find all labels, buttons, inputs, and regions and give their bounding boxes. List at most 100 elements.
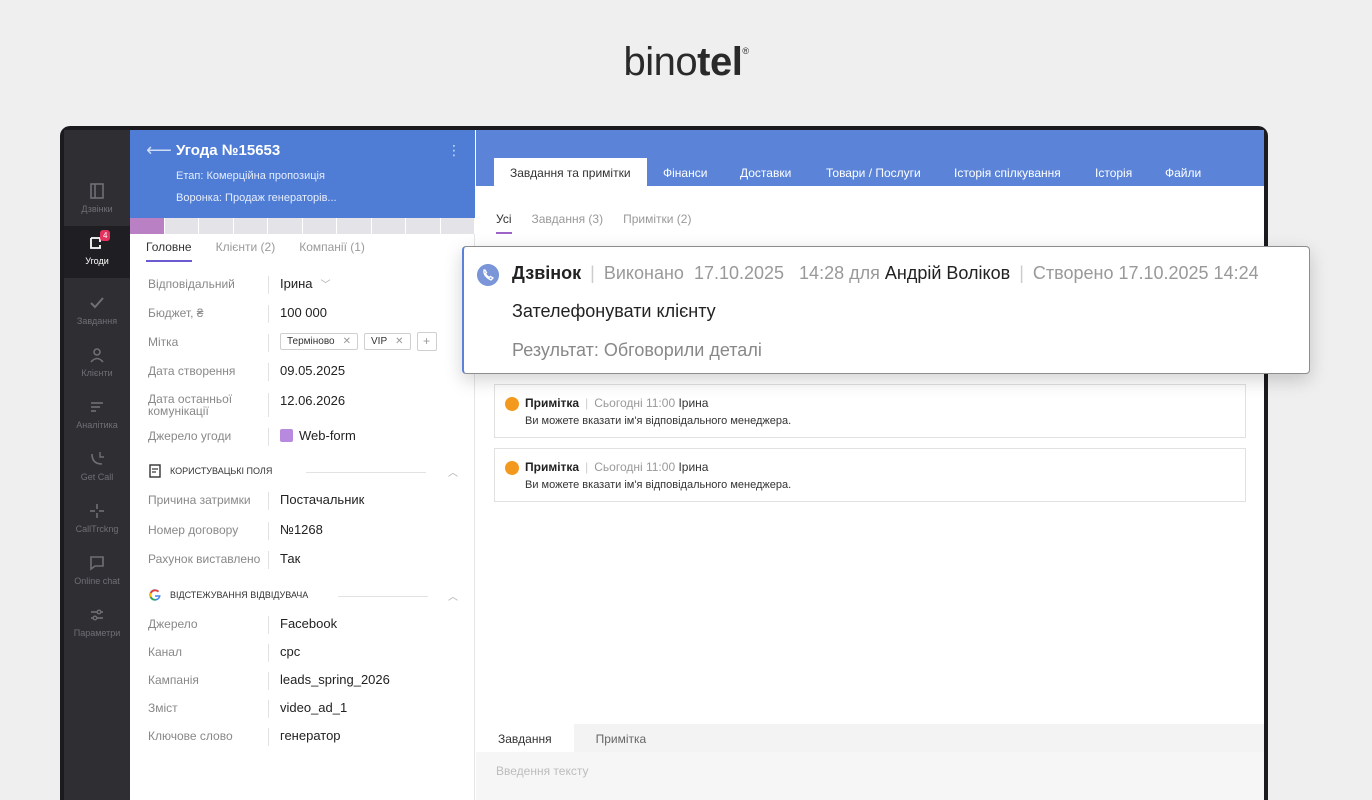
call-task-card[interactable]: Дзвінок | Виконано 17.10.2025 14:28 для Ан… [462,246,1310,374]
source-value[interactable]: Web-form [299,428,356,443]
person-icon [90,348,104,363]
sidebar-item-calls[interactable]: Дзвінки [64,174,130,226]
stage-segment[interactable] [302,218,337,234]
chat-icon [90,556,104,571]
activity-panel: Завдання та примітки Фінанси Доставки То… [476,130,1264,800]
settings-icon [91,609,103,621]
add-tag-button[interactable]: + [416,332,437,351]
tab-companies[interactable]: Компанії (1) [299,240,365,262]
close-icon[interactable]: ✕ [395,336,403,347]
close-icon[interactable]: ✕ [343,336,351,347]
field-delay-reason: Причина затримки Постачальник [148,490,468,512]
contract-number-value[interactable]: №1268 [280,522,323,537]
compose-tab-task[interactable]: Завдання [476,724,574,752]
field-invoice: Рахунок виставлено Так [148,549,468,571]
chevron-up-icon[interactable]: ︿ [448,588,458,603]
tab-files[interactable]: Файли [1149,158,1217,186]
filter-notes[interactable]: Примітки (2) [623,212,691,234]
budget-value[interactable]: 100 000 [280,305,327,320]
tab-clients[interactable]: Клієнти (2) [216,240,276,262]
sidebar-item-clients[interactable]: Клієнти [64,338,130,390]
list-item[interactable]: Примітка | Сьогодні 11:00 Ірина Ви можете … [494,384,1246,438]
channel-value[interactable]: cpc [280,644,300,659]
stage-segment[interactable] [199,218,234,234]
stage-segment[interactable] [371,218,406,234]
calltracking-icon [90,504,104,518]
created-value[interactable]: 09.05.2025 [280,363,345,378]
binotel-logo: binotel® [623,40,749,84]
tab-products-services[interactable]: Товари / Послуги [810,158,937,186]
filter-tasks[interactable]: Завдання (3) [532,212,604,234]
stage-segment[interactable] [268,218,303,234]
sidebar-item-settings[interactable]: Параметри [64,598,130,650]
tab-communication-history[interactable]: Історія спілкування [938,158,1077,186]
activity-filter-tabs: Усі Завдання (3) Примітки (2) [496,212,691,234]
tracking-source-value[interactable]: Facebook [280,616,337,631]
phone-icon [477,264,499,286]
more-menu-icon[interactable]: ⋮ [447,142,461,159]
tab-history[interactable]: Історія [1079,158,1148,186]
field-tracking-source: Джерело Facebook [148,614,468,636]
field-tags: Мітка Терміново ✕ VIP ✕ + [148,332,468,354]
deal-stage: Етап: Комерційна пропозиція [176,170,325,182]
compose-tabs: Завдання Примітка [476,724,1264,752]
compose-input[interactable] [496,764,1236,778]
sidebar-item-calltracking[interactable]: CallTrckng [64,494,130,546]
list-item[interactable]: Примітка | Сьогодні 11:00 Ірина Ви можете … [494,448,1246,502]
content-value[interactable]: video_ad_1 [280,700,347,715]
back-arrow-icon[interactable]: ⟵ [146,140,172,161]
last-communication-value[interactable]: 12.06.2026 [280,393,345,408]
phone-book-icon [90,183,104,199]
deal-tabs: Головне Клієнти (2) Компанії (1) [146,240,365,262]
stage-progress [130,218,475,234]
tab-tasks-notes[interactable]: Завдання та примітки [494,158,647,186]
field-source: Джерело угоди Web-form [148,426,468,448]
stage-segment[interactable] [130,218,165,234]
deal-panel: ⟵ Угода №15653 ⋮ Етап: Комерційна пропоз… [130,130,475,800]
note-icon [505,397,519,411]
sidebar-item-get-call[interactable]: Get Call [64,442,130,494]
call-task-result: Результат: Обговорили деталі [512,340,762,360]
google-icon [149,589,161,601]
analytics-icon [91,402,103,412]
deal-funnel[interactable]: Воронка: Продаж генераторів... [176,192,337,204]
field-responsible: Відповідальний Ірина ﹀ [148,274,468,296]
stage-segment[interactable] [164,218,199,234]
filter-all[interactable]: Усі [496,212,512,234]
main-sidebar: Дзвінки 4 Угоди Завдання Клієнти Аналіти… [64,130,130,800]
document-icon [149,464,161,478]
field-channel: Канал cpc [148,642,468,664]
check-icon [90,297,104,309]
custom-fields-section[interactable]: Користувацькі поля ︿ [148,464,458,480]
campaign-value[interactable]: leads_spring_2026 [280,672,390,687]
stage-segment[interactable] [337,218,372,234]
compose-tab-note[interactable]: Примітка [574,724,669,752]
stage-segment[interactable] [233,218,268,234]
note-icon [505,461,519,475]
chevron-up-icon[interactable]: ︿ [448,464,458,479]
sidebar-item-tasks[interactable]: Завдання [64,286,130,338]
tab-delivery[interactable]: Доставки [724,158,807,186]
sidebar-item-deals[interactable]: 4 Угоди [64,226,130,278]
sidebar-item-analytics[interactable]: Аналітика [64,390,130,442]
stage-segment[interactable] [406,218,441,234]
app-screen: Дзвінки 4 Угоди Завдання Клієнти Аналіти… [64,130,1264,800]
tab-main[interactable]: Головне [146,240,192,262]
field-last-communication: Дата останньої комунікації 12.06.2026 [148,392,346,418]
invoice-value[interactable]: Так [280,551,300,566]
sidebar-item-online-chat[interactable]: Online chat [64,546,130,598]
compose-area [476,752,1264,800]
tab-finance[interactable]: Фінанси [647,158,723,186]
stage-segment[interactable] [440,218,475,234]
field-content: Зміст video_ad_1 [148,698,468,720]
delay-reason-value[interactable]: Постачальник [280,492,364,507]
deal-header: ⟵ Угода №15653 ⋮ Етап: Комерційна пропоз… [130,130,475,218]
get-call-icon [91,452,104,465]
deals-badge: 4 [100,230,111,241]
responsible-select[interactable]: Ірина [280,276,313,291]
keyword-value[interactable]: генератор [280,728,341,743]
field-campaign: Кампанія leads_spring_2026 [148,670,468,692]
chevron-down-icon[interactable]: ﹀ [321,280,331,291]
visitor-tracking-section[interactable]: Відстежування відвідувача ︿ [148,588,458,604]
field-contract-number: Номер договору №1268 [148,520,468,542]
